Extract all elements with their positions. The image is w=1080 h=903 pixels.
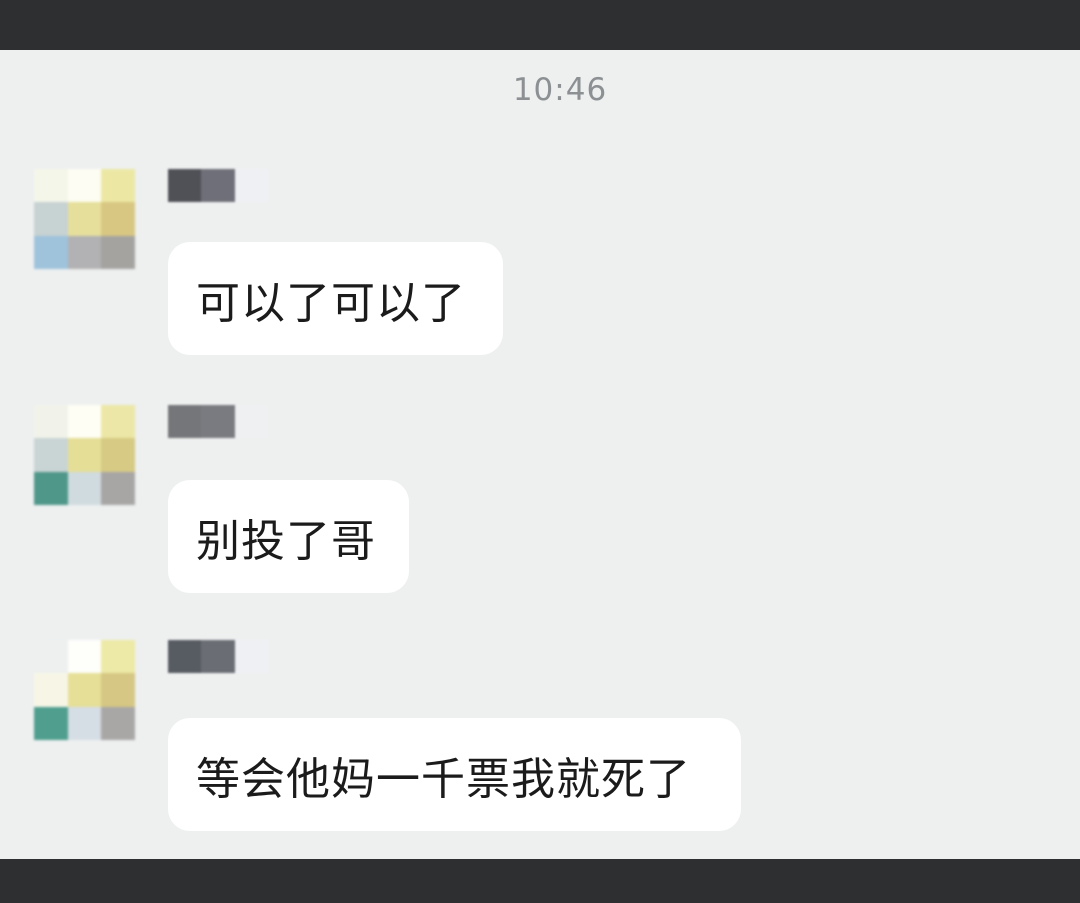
avatar-mosaic-cell xyxy=(34,405,68,438)
chat-timestamp: 10:46 xyxy=(512,72,608,108)
message-text: 可以了可以了 xyxy=(196,277,466,329)
avatar-mosaic-cell xyxy=(101,202,135,236)
avatar-mosaic-cell xyxy=(34,169,68,202)
avatar-mosaic-cell xyxy=(101,236,135,269)
avatar-mosaic-cell xyxy=(34,640,68,673)
avatar-mosaic-cell xyxy=(101,438,135,472)
name-mosaic-cell xyxy=(201,640,235,673)
message-bubble[interactable]: 别投了哥 xyxy=(168,480,409,593)
avatar-mosaic-cell xyxy=(68,707,101,740)
name-mosaic-cell xyxy=(234,405,268,438)
avatar-mosaic-cell xyxy=(68,472,101,505)
message-text: 等会他妈一千票我就死了 xyxy=(196,753,691,805)
avatar-mosaic-cell xyxy=(101,707,135,740)
name-mosaic-cell xyxy=(168,405,202,438)
avatar-mosaic-cell xyxy=(68,202,101,236)
avatar-mosaic-cell xyxy=(68,405,101,438)
avatar-mosaic-cell xyxy=(101,169,135,202)
avatar-mosaic-cell xyxy=(34,472,68,505)
avatar-mosaic-cell xyxy=(68,236,101,269)
avatar-mosaic-cell xyxy=(101,640,135,673)
chat-history[interactable]: 10:46 可以了可以了 别投了哥 等会他妈一千票我就死了 xyxy=(0,50,1080,859)
avatar[interactable] xyxy=(34,405,135,505)
sender-name-redacted xyxy=(168,169,268,202)
message-bubble[interactable]: 等会他妈一千票我就死了 xyxy=(168,718,741,831)
avatar-mosaic-cell xyxy=(101,673,135,707)
avatar[interactable] xyxy=(34,169,135,269)
message-bubble[interactable]: 可以了可以了 xyxy=(168,242,503,355)
avatar-mosaic-cell xyxy=(68,438,101,472)
avatar-mosaic-cell xyxy=(34,673,68,707)
avatar-mosaic-cell xyxy=(68,169,101,202)
name-mosaic-cell xyxy=(201,405,235,438)
sender-name-redacted xyxy=(168,405,268,438)
avatar-mosaic-cell xyxy=(68,673,101,707)
name-mosaic-cell xyxy=(234,640,268,673)
name-mosaic-cell xyxy=(168,640,202,673)
avatar-mosaic-cell xyxy=(34,202,68,236)
screenshot-frame: 10:46 可以了可以了 别投了哥 等会他妈一千票我就死了 xyxy=(0,0,1080,903)
avatar-mosaic-cell xyxy=(101,405,135,438)
name-mosaic-cell xyxy=(201,169,235,202)
avatar-mosaic-cell xyxy=(34,707,68,740)
avatar-mosaic-cell xyxy=(34,438,68,472)
avatar-mosaic-cell xyxy=(68,640,101,673)
message-text: 别投了哥 xyxy=(196,515,376,567)
name-mosaic-cell xyxy=(234,169,268,202)
avatar-mosaic-cell xyxy=(34,236,68,269)
sender-name-redacted xyxy=(168,640,268,673)
name-mosaic-cell xyxy=(168,169,202,202)
avatar-mosaic-cell xyxy=(101,472,135,505)
avatar[interactable] xyxy=(34,640,135,740)
